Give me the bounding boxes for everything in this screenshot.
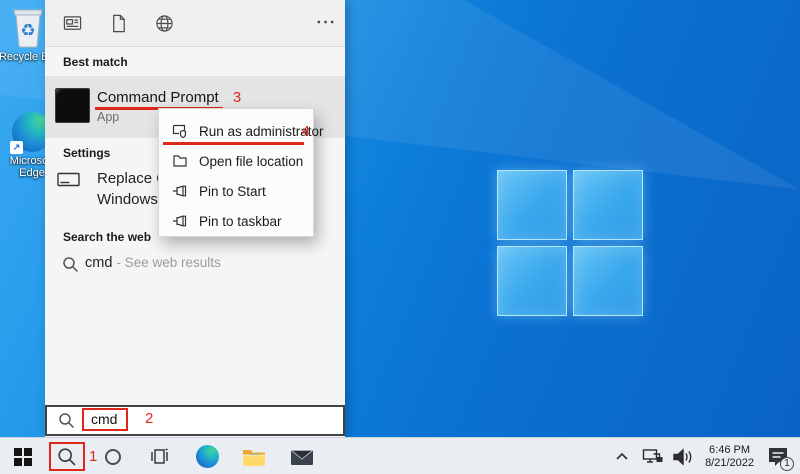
task-view-icon — [148, 447, 170, 467]
windows-logo-pane — [497, 170, 567, 240]
windows-logo-pane — [497, 246, 567, 316]
annotation-underline-4 — [163, 142, 304, 145]
notification-badge: 1 — [780, 457, 794, 471]
wallpaper-windows-logo — [497, 170, 643, 316]
web-search-query: cmd — [85, 255, 112, 271]
apps-tab-icon[interactable] — [63, 14, 82, 33]
start-icon — [14, 448, 32, 466]
volume-icon[interactable] — [672, 447, 692, 467]
file-explorer-button[interactable] — [238, 438, 270, 474]
menu-item-run-as-administrator[interactable]: Run as administrator 4 — [159, 116, 313, 146]
windows-logo-pane — [573, 170, 643, 240]
annotation-step-4: 4 — [302, 123, 310, 140]
ellipsis-icon[interactable] — [316, 18, 335, 37]
menu-item-label: Pin to taskbar — [199, 214, 282, 229]
run-as-admin-icon — [172, 123, 188, 139]
edge-icon — [196, 445, 219, 468]
console-setting-icon — [57, 172, 81, 188]
web-search-suffix: - See web results — [116, 255, 220, 270]
search-input[interactable]: cmd 2 — [45, 405, 345, 436]
mail-button[interactable] — [286, 438, 318, 474]
clock-time: 6:46 PM — [705, 444, 754, 457]
cortana-icon — [105, 449, 121, 465]
best-match-subtitle: App — [97, 110, 119, 124]
cortana-button[interactable] — [98, 438, 128, 474]
svg-text:♻: ♻ — [20, 21, 35, 40]
search-icon — [57, 447, 77, 467]
file-explorer-icon — [242, 447, 266, 467]
file-location-icon — [172, 153, 188, 169]
command-prompt-icon — [55, 88, 90, 123]
context-menu: Run as administrator 4 Open file locatio… — [158, 108, 314, 237]
search-icon — [58, 412, 75, 429]
settings-header: Settings — [63, 146, 110, 160]
documents-tab-icon[interactable] — [109, 14, 128, 33]
taskbar-clock[interactable]: 6:46 PM 8/21/2022 — [705, 444, 754, 470]
search-the-web-header: Search the web — [63, 230, 151, 244]
system-tray: 6:46 PM 8/21/2022 1 — [607, 438, 800, 474]
clock-date: 8/21/2022 — [705, 457, 754, 470]
annotation-step-3: 3 — [233, 89, 241, 106]
annotation-step-1: 1 — [89, 448, 97, 465]
best-match-title: Command Prompt — [97, 89, 219, 106]
desktop: ♻ Recycle Bin ↗ Microsoft Edge — [0, 0, 800, 474]
mail-icon — [290, 448, 314, 466]
chevron-up-icon[interactable] — [612, 447, 632, 467]
menu-item-pin-to-taskbar[interactable]: Pin to taskbar — [159, 206, 313, 236]
menu-item-open-file-location[interactable]: Open file location — [159, 146, 313, 176]
web-tab-icon[interactable] — [155, 14, 174, 33]
pin-icon — [172, 183, 188, 199]
taskbar: 1 — [0, 437, 800, 474]
menu-item-label: Pin to Start — [199, 184, 266, 199]
best-match-header: Best match — [63, 55, 128, 69]
taskbar-edge-button[interactable] — [192, 438, 222, 474]
menu-item-label: Open file location — [199, 154, 303, 169]
task-view-button[interactable] — [144, 438, 174, 474]
pin-icon — [172, 213, 188, 229]
shortcut-arrow-icon: ↗ — [10, 141, 23, 154]
action-center-button[interactable]: 1 — [766, 445, 790, 469]
search-icon — [62, 256, 79, 273]
search-filter-bar — [45, 0, 345, 47]
start-button[interactable] — [8, 438, 38, 474]
network-icon[interactable] — [642, 447, 662, 467]
taskbar-search-button[interactable] — [49, 442, 85, 471]
menu-item-pin-to-start[interactable]: Pin to Start — [159, 176, 313, 206]
annotation-step-2: 2 — [145, 410, 153, 427]
windows-logo-pane — [573, 246, 643, 316]
search-input-value: cmd — [82, 408, 128, 431]
web-search-result[interactable]: cmd - See web results — [45, 252, 345, 280]
